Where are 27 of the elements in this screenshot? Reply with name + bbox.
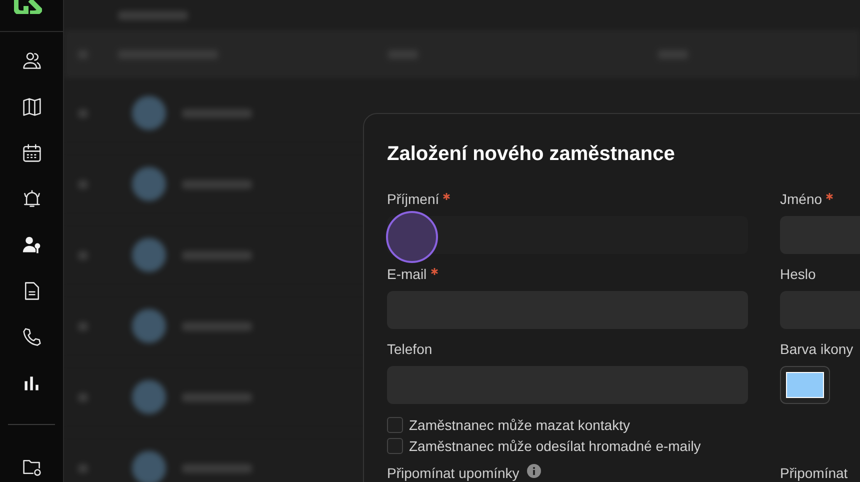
- field-label: Připomínat upomínky: [387, 464, 520, 482]
- click-highlight-circle: [386, 211, 438, 263]
- field-label: Barva ikony: [780, 340, 854, 358]
- folder-settings-icon[interactable]: [22, 457, 42, 477]
- field-label: Telefon: [387, 340, 432, 358]
- field-label: Příjmení: [387, 190, 440, 208]
- required-asterisk-icon: [443, 193, 450, 200]
- color-picker[interactable]: [780, 366, 830, 404]
- dialog-title: Založení nového zaměstnance: [387, 142, 676, 166]
- field-label: E-mail: [387, 265, 427, 283]
- field-label: Jméno: [780, 190, 822, 208]
- field-label: Připomínat: [780, 464, 848, 482]
- phone-icon[interactable]: [22, 327, 42, 347]
- field-label: Heslo: [780, 265, 816, 283]
- required-asterisk-icon: [430, 268, 438, 275]
- calendar-icon[interactable]: [22, 143, 42, 163]
- checkbox-label: Zaměstnanec může odesílat hromadné e-maily: [409, 437, 701, 455]
- checkbox[interactable]: [387, 417, 403, 433]
- person-key-icon[interactable]: [22, 235, 42, 255]
- bell-icon[interactable]: [22, 189, 42, 209]
- map-icon[interactable]: [22, 97, 42, 117]
- logo-icon: [14, 0, 42, 14]
- required-asterisk-icon: [826, 193, 834, 200]
- checkbox[interactable]: [387, 438, 403, 454]
- people-icon[interactable]: [22, 51, 42, 71]
- info-icon[interactable]: [527, 464, 542, 478]
- checkbox-label: Zaměstnanec může mazat kontakty: [409, 416, 630, 434]
